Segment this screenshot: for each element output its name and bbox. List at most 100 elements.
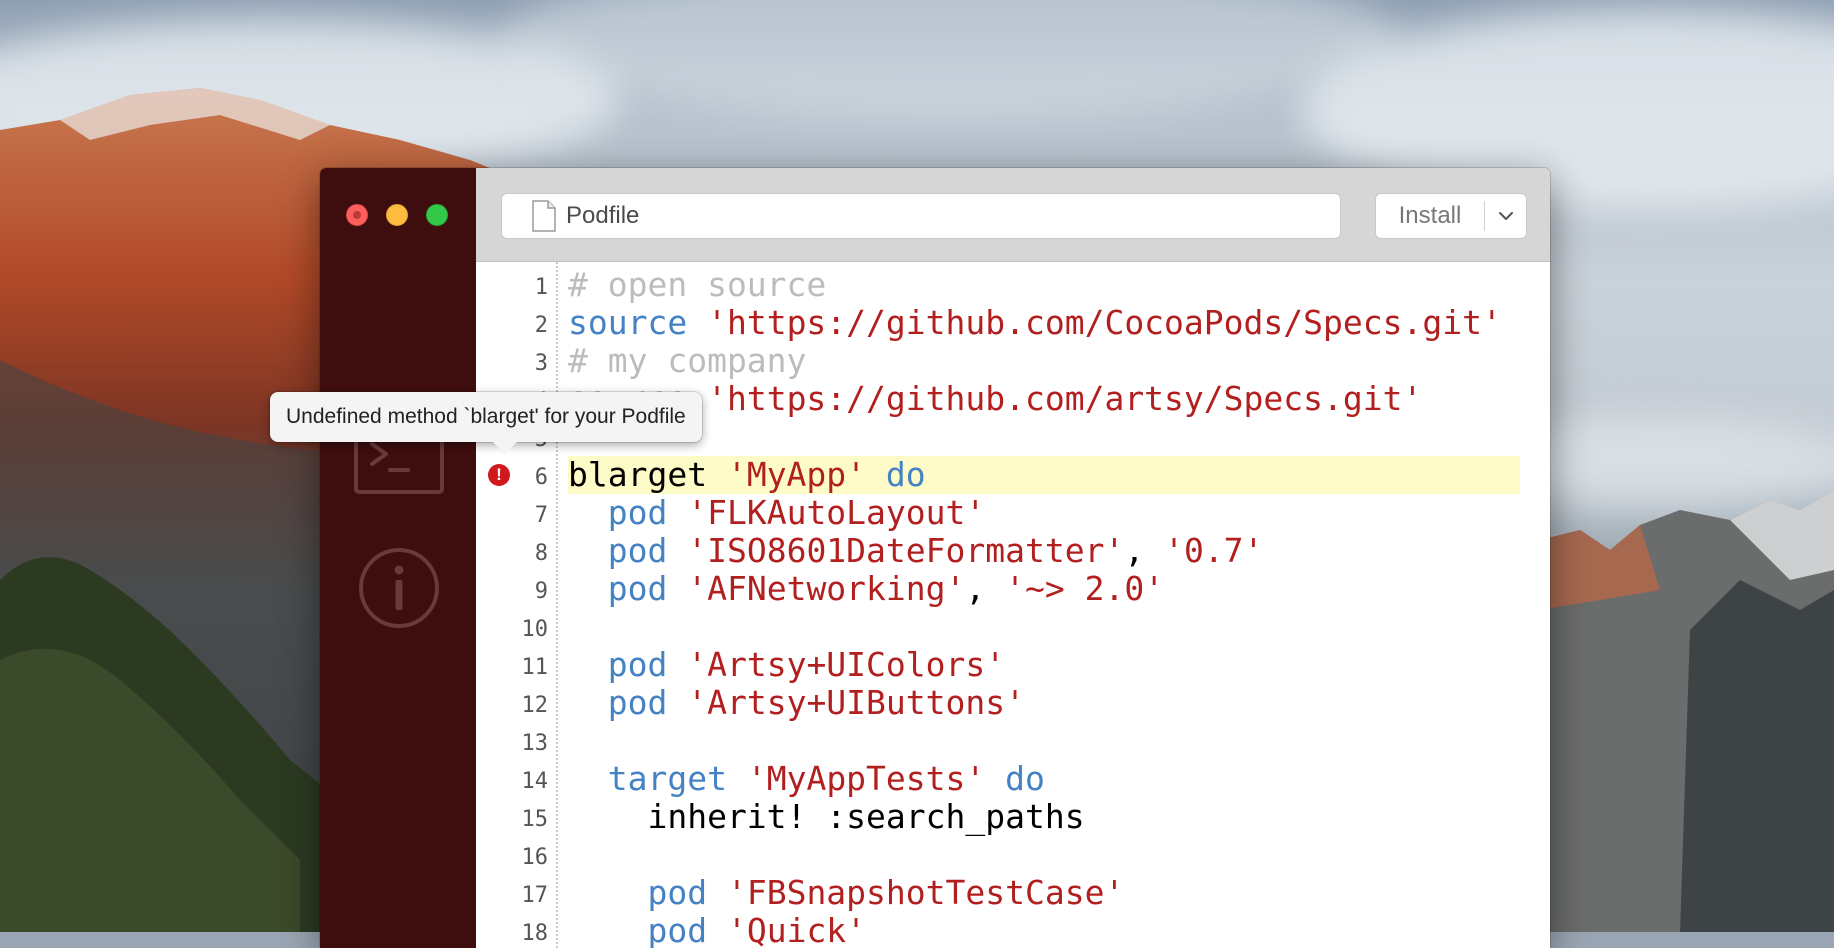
code-line[interactable]: 2 source 'https://github.com/CocoaPods/Sp…	[476, 304, 1520, 342]
code-text: blarget 'MyApp' do	[568, 456, 1520, 494]
info-icon	[359, 548, 439, 628]
line-number: 13	[521, 731, 549, 756]
code-token: pod	[647, 873, 708, 912]
code-line[interactable]: 15 inherit! :search_paths	[476, 798, 1520, 836]
code-token: do	[885, 455, 926, 494]
code-token: 'https://github.com/artsy/Specs.git'	[707, 379, 1423, 418]
line-number: 16	[521, 845, 549, 870]
code-line[interactable]: 10	[476, 608, 1520, 646]
code-text: source 'https://github.com/artsy/Specs.g…	[568, 380, 1520, 418]
code-token: inherit! :search_paths	[568, 797, 1085, 836]
code-token: '~> 2.0'	[1005, 569, 1165, 608]
code-line[interactable]: 12 pod 'Artsy+UIButtons'	[476, 684, 1520, 722]
code-token: 'FBSnapshotTestCase'	[726, 873, 1125, 912]
code-token: '0.7'	[1164, 531, 1264, 570]
window-minimize-button[interactable]	[386, 204, 408, 226]
code-text: # open source	[568, 266, 1520, 304]
line-number: 7	[534, 503, 548, 528]
code-line[interactable]: 14 target 'MyAppTests' do	[476, 760, 1520, 798]
line-number: 11	[521, 655, 549, 680]
line-number: 3	[534, 351, 548, 376]
code-line[interactable]: 13	[476, 722, 1520, 760]
mountain-right	[1540, 490, 1834, 932]
code-text: source 'https://github.com/CocoaPods/Spe…	[568, 304, 1520, 342]
code-token: target	[607, 759, 727, 798]
code-token: ,	[965, 569, 1006, 608]
code-token: 'MyAppTests'	[746, 759, 986, 798]
forest-left	[0, 557, 340, 932]
code-token: 'FLKAutoLayout'	[687, 493, 986, 532]
code-line[interactable]: 17 pod 'FBSnapshotTestCase'	[476, 874, 1520, 912]
code-token: do	[1005, 759, 1045, 798]
code-token: 'MyApp'	[726, 455, 867, 494]
chevron-down-icon	[1498, 212, 1513, 220]
code-text: pod 'Artsy+UIButtons'	[568, 684, 1520, 722]
code-token: pod	[607, 645, 668, 684]
code-text: pod 'FLKAutoLayout'	[568, 494, 1520, 532]
file-path-field[interactable]: Podfile	[501, 193, 1341, 239]
line-number: 10	[521, 617, 549, 642]
line-number: 2	[534, 313, 548, 338]
code-line[interactable]: 11 pod 'Artsy+UIColors'	[476, 646, 1520, 684]
code-token: # my company	[568, 341, 807, 380]
code-token: 'Quick'	[726, 911, 867, 948]
toolbar: Podfile Install	[476, 168, 1550, 262]
code-text: pod 'Quick'	[568, 912, 1520, 948]
error-tooltip: Undefined method `blarget' for your Podf…	[270, 392, 702, 454]
code-text: pod 'FBSnapshotTestCase'	[568, 874, 1520, 912]
install-button-label: Install	[1398, 202, 1462, 229]
code-text: pod 'AFNetworking', '~> 2.0'	[568, 570, 1520, 608]
line-number: 14	[521, 769, 549, 794]
code-line[interactable]: ! 6 blarget 'MyApp' do	[476, 456, 1520, 494]
line-number: 18	[521, 921, 549, 946]
code-line[interactable]: 3 # my company	[476, 342, 1520, 380]
code-token: pod	[607, 683, 668, 722]
sidebar	[320, 168, 566, 948]
podfile-window: Podfile Install 1 # open source 2 source 'h…	[320, 168, 1550, 948]
code-line[interactable]: 7 pod 'FLKAutoLayout'	[476, 494, 1520, 532]
code-line[interactable]: 9 pod 'AFNetworking', '~> 2.0'	[476, 570, 1520, 608]
code-token: pod	[647, 911, 708, 948]
code-line[interactable]: 1 # open source	[476, 266, 1520, 304]
code-token: source	[568, 303, 688, 342]
code-editor[interactable]: 1 # open source 2 source 'https://github.co…	[476, 262, 1550, 948]
code-token: ,	[1124, 531, 1165, 570]
line-number: 17	[521, 883, 549, 908]
install-button[interactable]: Install	[1375, 193, 1527, 239]
code-text: target 'MyAppTests' do	[568, 760, 1520, 798]
window-close-button[interactable]	[346, 204, 368, 226]
code-line[interactable]: 18 pod 'Quick'	[476, 912, 1520, 948]
error-tooltip-message: Undefined method `blarget' for your Podf…	[286, 405, 686, 428]
code-token: # open source	[568, 265, 827, 304]
file-name-label: Podfile	[566, 202, 640, 229]
line-number: 9	[534, 579, 548, 604]
code-token: 'https://github.com/CocoaPods/Specs.git'	[707, 303, 1502, 342]
code-line[interactable]: 8 pod 'ISO8601DateFormatter', '0.7'	[476, 532, 1520, 570]
sidebar-item-info[interactable]	[354, 538, 444, 638]
install-menu-button[interactable]	[1485, 194, 1526, 238]
window-zoom-button[interactable]	[426, 204, 448, 226]
code-token: 'Artsy+UIButtons'	[687, 683, 1025, 722]
code-line[interactable]: 16	[476, 836, 1520, 874]
code-token: 'ISO8601DateFormatter'	[687, 531, 1125, 570]
